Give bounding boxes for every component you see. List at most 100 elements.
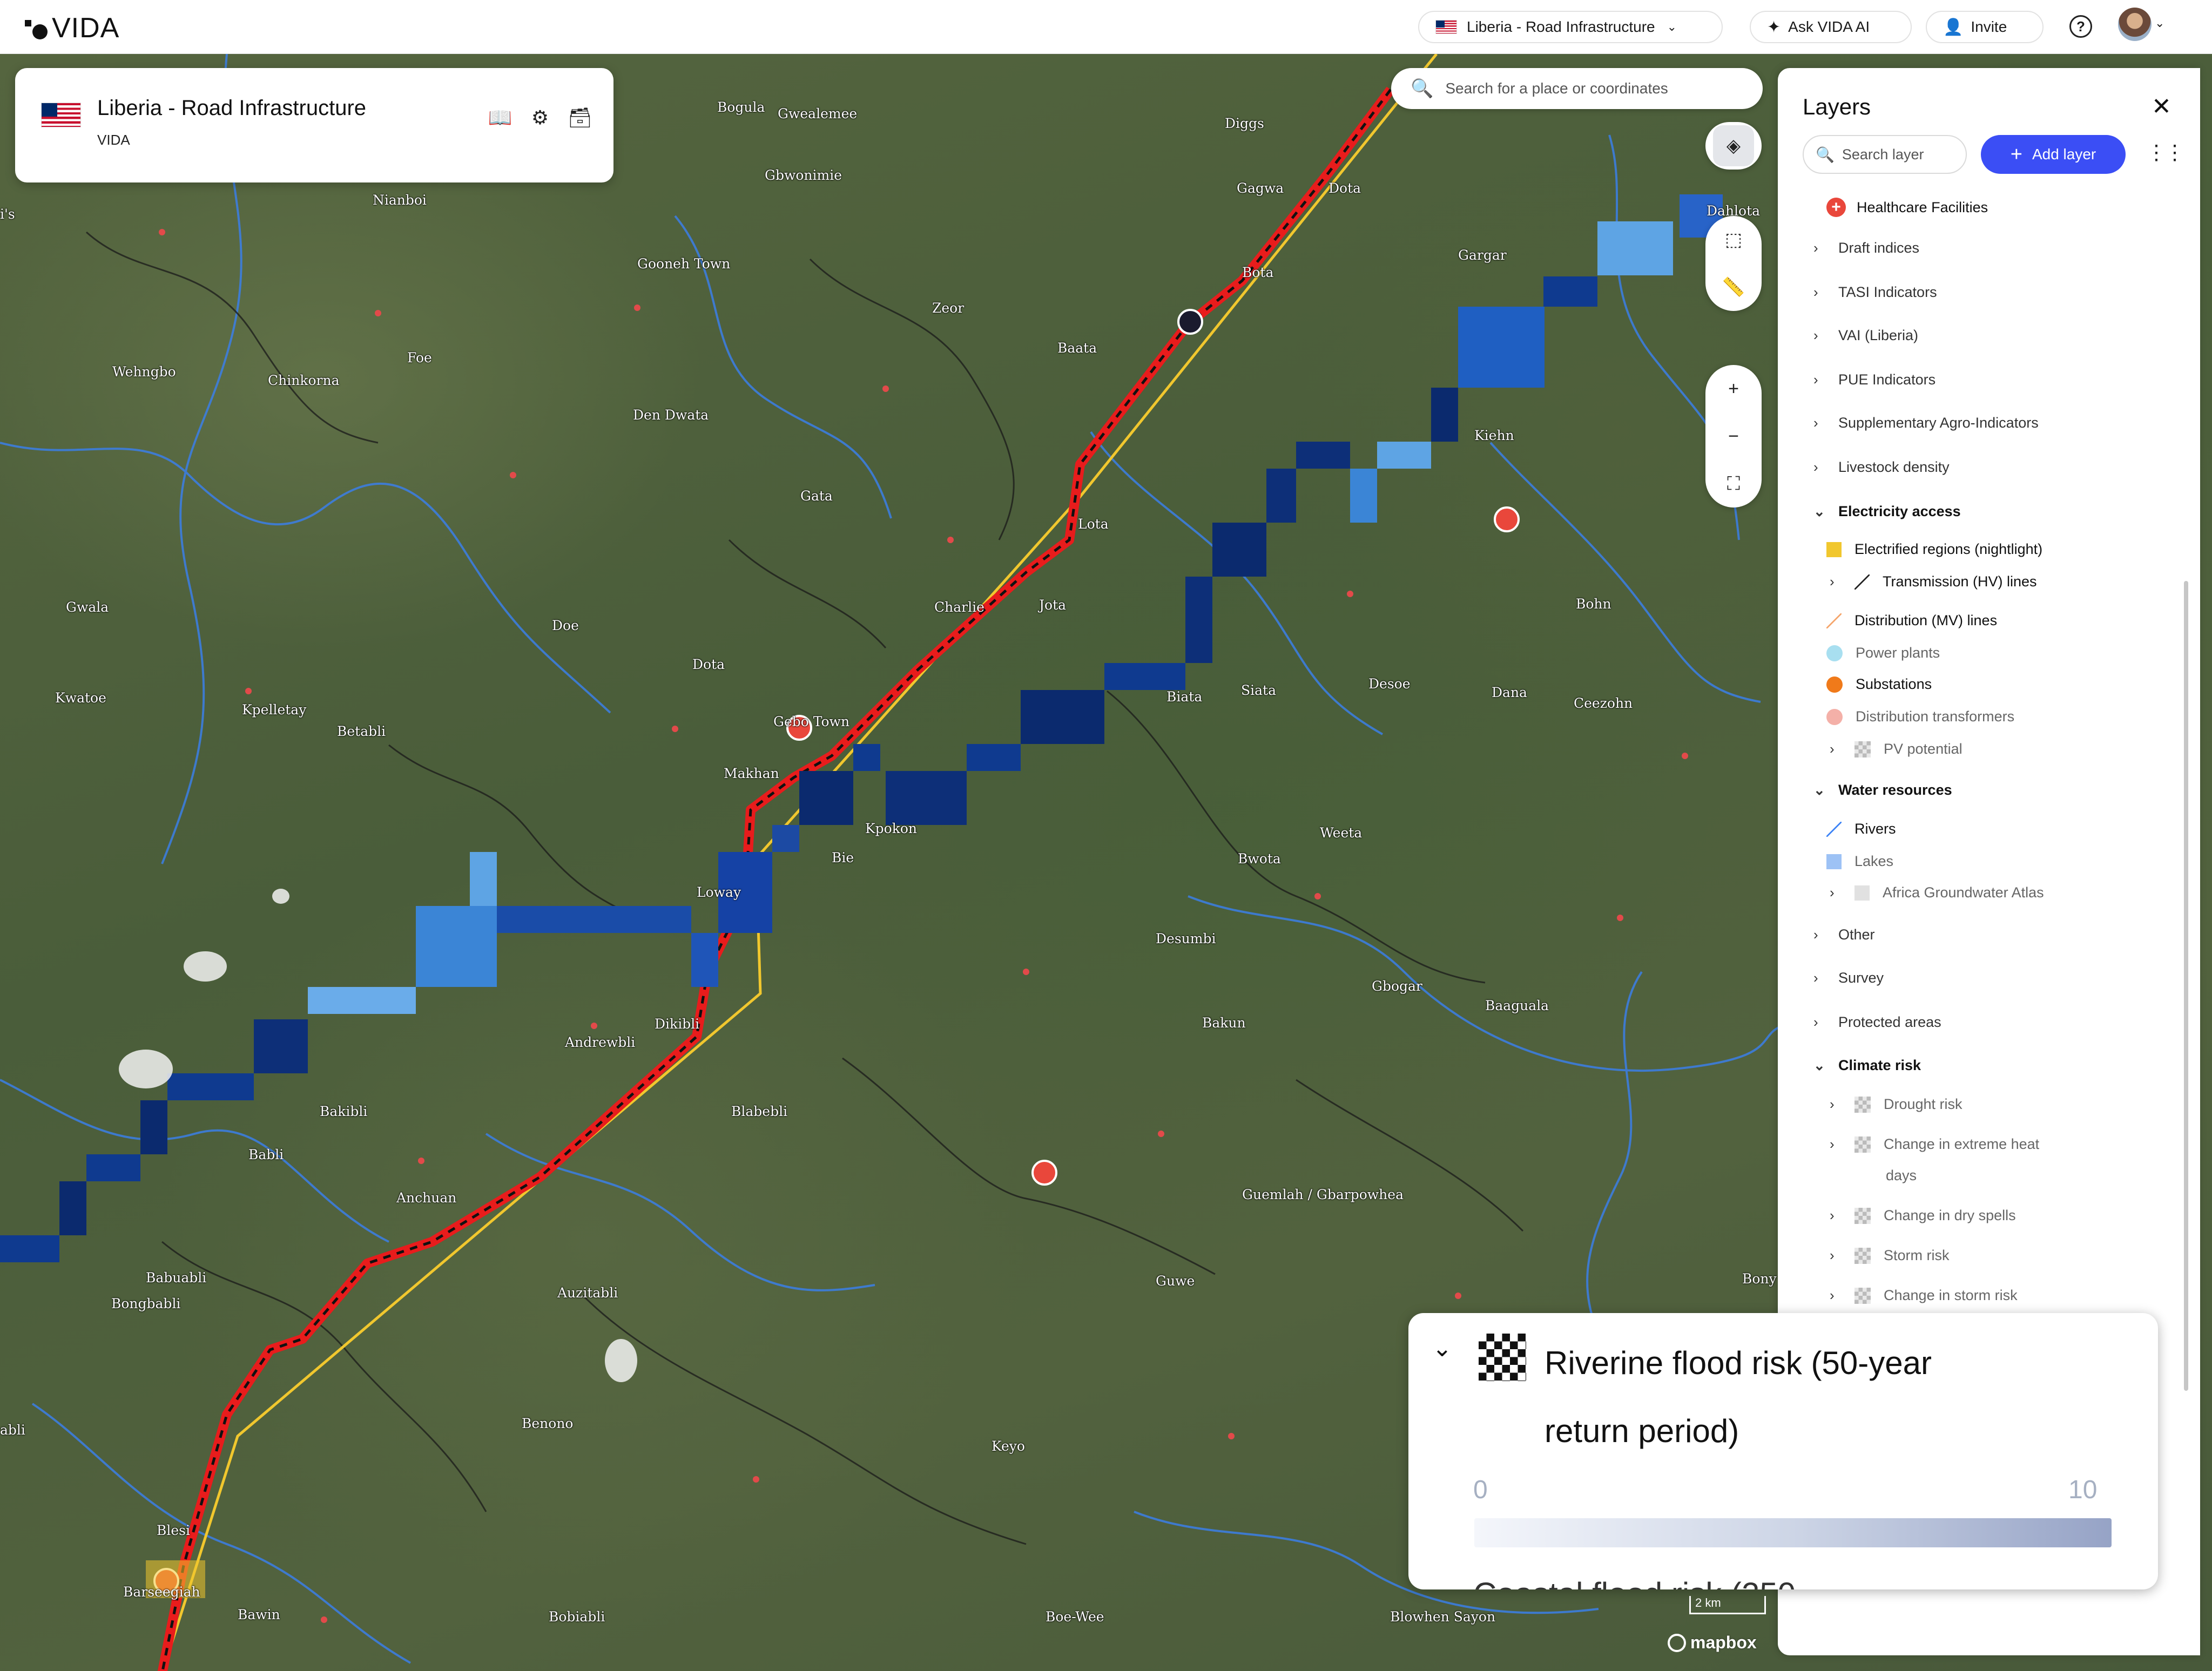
layer-label: Supplementary Agro-Indicators <box>1838 415 2039 431</box>
layer-rivers[interactable]: Rivers <box>1826 821 1896 837</box>
layer-storm-risk-change[interactable]: › Change in storm risk <box>1830 1287 2018 1304</box>
gear-icon[interactable]: ⚙ <box>527 105 553 131</box>
layers-toggle-button[interactable]: ◈ <box>1705 122 1762 170</box>
layer-label: Climate risk <box>1838 1057 1921 1073</box>
draw-area-button[interactable]: ⬚ <box>1705 216 1762 263</box>
layer-label: Africa Groundwater Atlas <box>1883 884 2044 901</box>
chevron-down-icon[interactable]: ⌄ <box>1432 1335 1452 1362</box>
dataset-selector-label: Liberia - Road Infrastructure <box>1467 18 1655 35</box>
layer-group-agro[interactable]: › Supplementary Agro-Indicators <box>1813 415 2039 431</box>
mapbox-attribution[interactable]: mapbox <box>1668 1633 1757 1653</box>
place-label: Den Dwata <box>633 407 709 423</box>
place-label: Guwe <box>1156 1273 1195 1289</box>
layer-group-electricity[interactable]: ⌄ Electricity access <box>1813 503 1961 520</box>
layer-substations[interactable]: Substations <box>1826 676 1932 693</box>
legend-card: ⌄ Riverine flood risk (50-year return pe… <box>1408 1313 2158 1589</box>
place-label: Siata <box>1241 682 1276 698</box>
layer-group-water[interactable]: ⌄ Water resources <box>1813 782 1952 799</box>
layer-label: Healthcare Facilities <box>1857 199 1988 215</box>
place-label: Diggs <box>1225 116 1264 131</box>
add-layer-button[interactable]: + Add layer <box>1981 135 2126 174</box>
book-icon[interactable]: 📖 <box>487 105 513 131</box>
layer-group-draft-indices[interactable]: › Draft indices <box>1813 240 1919 256</box>
ask-ai-button[interactable]: ✦ Ask VIDA AI <box>1750 11 1912 43</box>
layer-distribution-lines[interactable]: Distribution (MV) lines <box>1826 612 1997 629</box>
place-label: Gbogar <box>1372 978 1422 994</box>
layer-power-plants[interactable]: Power plants <box>1826 645 1940 661</box>
chevron-right-icon: › <box>1830 1096 1835 1112</box>
layer-group-livestock[interactable]: › Livestock density <box>1813 459 1950 476</box>
layer-label: TASI Indicators <box>1838 284 1937 300</box>
sparkle-icon: ✦ <box>1767 18 1781 36</box>
layer-electrified-regions[interactable]: Electrified regions (nightlight) <box>1826 541 2042 558</box>
dataset-selector[interactable]: Liberia - Road Infrastructure ⌄ <box>1418 11 1723 43</box>
layer-group-other[interactable]: › Other <box>1813 926 1875 943</box>
layer-dry-spells[interactable]: › Change in dry spells <box>1830 1207 2016 1224</box>
layer-label: Power plants <box>1856 645 1940 661</box>
place-search-input[interactable]: 🔍 Search for a place or coordinates <box>1391 68 1763 109</box>
place-label: Gata <box>800 488 833 504</box>
place-label: Keyo <box>992 1438 1025 1454</box>
place-label: Nianboi <box>373 192 427 208</box>
circle-swatch <box>1826 708 1843 725</box>
legend-max-value: 10 <box>2068 1476 2098 1504</box>
close-icon[interactable]: ✕ <box>2152 93 2171 120</box>
place-label: Betabli <box>337 723 386 739</box>
place-label: Jota <box>1039 597 1067 613</box>
place-label: Andrewbli <box>565 1034 636 1050</box>
chevron-down-icon: ⌄ <box>1813 1057 1825 1073</box>
measure-button[interactable]: 📏 <box>1705 263 1762 311</box>
layer-groundwater-atlas[interactable]: › Africa Groundwater Atlas <box>1830 884 2044 901</box>
legend-color-ramp <box>1474 1518 2112 1547</box>
raster-swatch <box>1854 1136 1871 1153</box>
layer-group-vai[interactable]: › VAI (Liberia) <box>1813 327 1918 344</box>
clouds <box>119 889 637 1382</box>
zoom-in-button[interactable]: + <box>1705 365 1762 412</box>
avatar[interactable] <box>2118 8 2152 41</box>
circle-swatch <box>1826 645 1843 661</box>
drag-handle-icon[interactable]: ⋮⋮ <box>2146 140 2185 165</box>
layer-label: Survey <box>1838 970 1884 986</box>
place-label: Bakun <box>1202 1015 1246 1031</box>
layer-drought-risk[interactable]: › Drought risk <box>1830 1096 1963 1113</box>
fit-bounds-button[interactable]: ⛶ <box>1705 460 1762 508</box>
chevron-right-icon: › <box>1813 970 1818 986</box>
layer-transmission-lines[interactable]: › Transmission (HV) lines <box>1830 573 2037 590</box>
layer-label: Other <box>1838 926 1875 943</box>
plus-icon: + <box>2010 143 2022 166</box>
place-label: Biata <box>1166 689 1203 705</box>
layer-group-survey[interactable]: › Survey <box>1813 970 1884 986</box>
place-label: Babli <box>248 1147 284 1162</box>
scale-bar: 2 km <box>1689 1596 1766 1614</box>
zoom-out-button[interactable]: − <box>1705 412 1762 460</box>
place-label: Gooneh Town <box>637 256 731 272</box>
layer-group-pue[interactable]: › PUE Indicators <box>1813 371 1936 388</box>
layer-distribution-transformers[interactable]: Distribution transformers <box>1826 708 2014 725</box>
archive-icon[interactable]: 🗃 <box>567 105 593 131</box>
layer-lakes[interactable]: Lakes <box>1826 853 1893 870</box>
healthcare-icon: + <box>1826 198 1846 217</box>
layer-healthcare-facilities[interactable]: + Healthcare Facilities <box>1826 198 1988 217</box>
layer-group-protected-areas[interactable]: › Protected areas <box>1813 1014 1941 1031</box>
vida-logo[interactable]: VIDA <box>25 12 119 44</box>
place-label: Weeta <box>1320 825 1363 841</box>
layer-extreme-heat[interactable]: › Change in extreme heat <box>1830 1136 2039 1153</box>
help-icon[interactable]: ? <box>2069 15 2092 38</box>
layer-label: Distribution transformers <box>1856 708 2015 725</box>
layer-search-placeholder: Search layer <box>1842 146 1924 163</box>
layer-search-input[interactable]: 🔍 Search layer <box>1803 135 1967 174</box>
layer-group-tasi[interactable]: › TASI Indicators <box>1813 284 1937 301</box>
circle-swatch <box>1826 676 1843 693</box>
place-label: i's <box>0 206 15 222</box>
layers-scrollbar[interactable] <box>2184 581 2188 1391</box>
place-label: Blesi <box>157 1523 190 1538</box>
chevron-down-icon[interactable]: ⌄ <box>2155 16 2164 30</box>
place-label: Wehngbo <box>112 364 176 380</box>
layer-pv-potential[interactable]: › PV potential <box>1830 741 1963 757</box>
road-centerline <box>161 89 1392 1671</box>
layer-storm-risk[interactable]: › Storm risk <box>1830 1247 1950 1264</box>
layer-group-climate-risk[interactable]: ⌄ Climate risk <box>1813 1057 1921 1074</box>
chevron-right-icon: › <box>1830 1247 1835 1263</box>
invite-button[interactable]: 👤 Invite <box>1926 11 2044 43</box>
layer-label: VAI (Liberia) <box>1838 327 1919 343</box>
